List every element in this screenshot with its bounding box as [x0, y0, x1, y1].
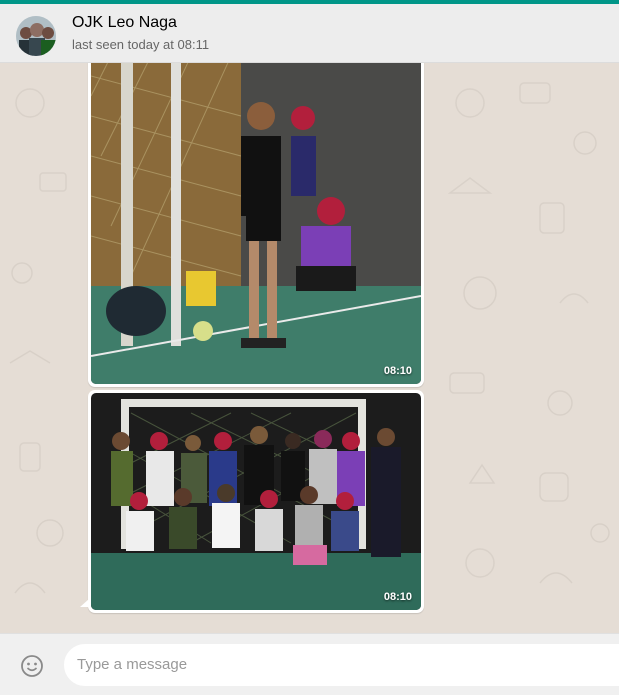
message-input-wrapper[interactable]	[64, 644, 619, 686]
last-seen-status: last seen today at 08:11	[72, 37, 210, 52]
chat-header[interactable]: OJK Leo Naga last seen today at 08:11	[0, 4, 619, 63]
message-time: 08:10	[383, 591, 412, 603]
photo-futsal-court[interactable]: 08:10	[91, 63, 421, 384]
smiley-icon[interactable]	[20, 654, 44, 678]
message-list[interactable]: 08:10 08:10	[0, 63, 619, 633]
message-composer	[0, 633, 619, 695]
image-message[interactable]: 08:10	[88, 63, 424, 387]
message-input[interactable]	[77, 656, 597, 673]
chat-title: OJK Leo Naga	[72, 14, 177, 31]
image-message[interactable]: 08:10	[88, 390, 424, 613]
photo-team-group[interactable]: 08:10	[91, 393, 421, 610]
message-time: 08:10	[383, 365, 412, 377]
bubble-tail	[80, 599, 89, 607]
group-avatar[interactable]	[16, 16, 56, 56]
